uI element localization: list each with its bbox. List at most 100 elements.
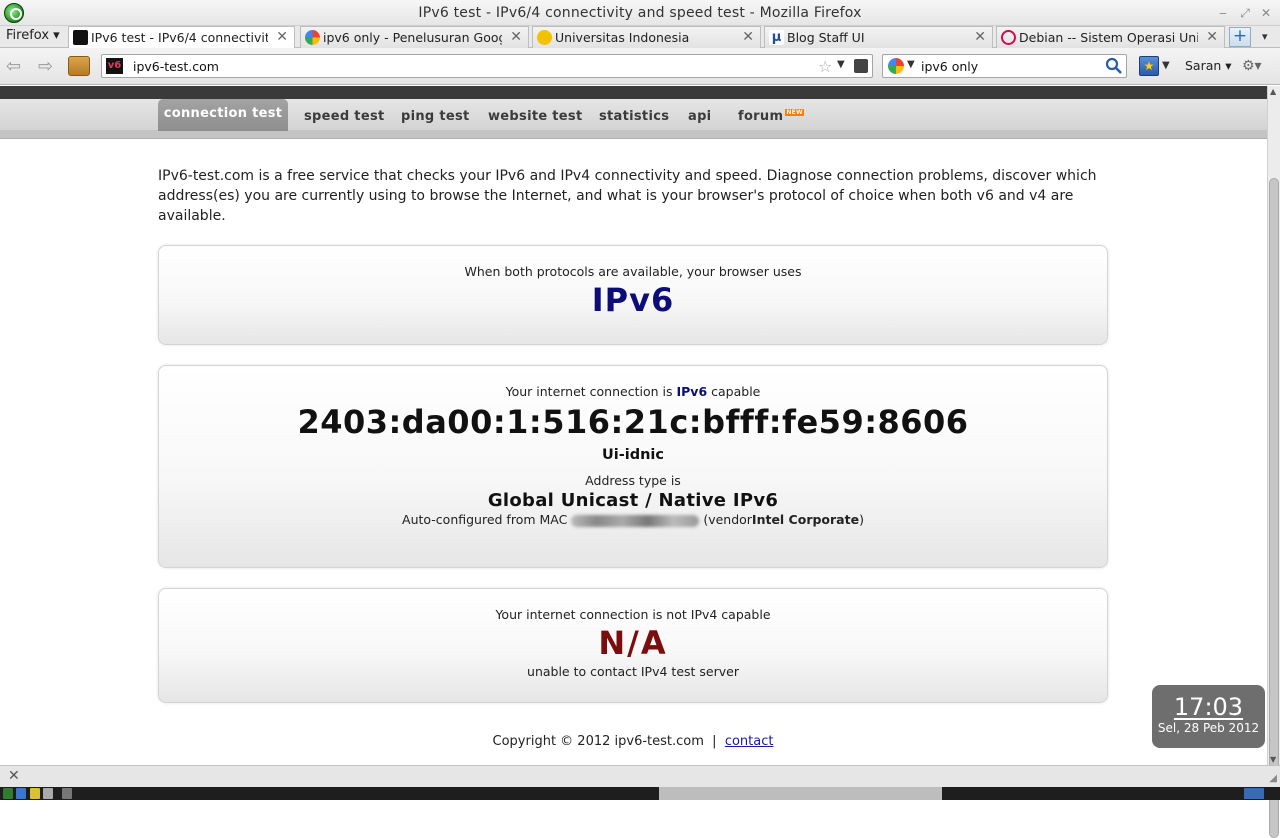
system-taskbar xyxy=(0,787,1280,800)
autoconf-line: Auto-configured from MAC (vendorIntel Co… xyxy=(159,512,1107,527)
url-bar[interactable]: v6 ipv6-test.com ☆ ▼ xyxy=(101,54,873,78)
browser-tab[interactable]: ipv6 only - Penelusuran Google ✕ xyxy=(300,26,529,48)
ipv6-site-favicon-icon xyxy=(73,30,88,45)
tab-forum[interactable]: forum xyxy=(738,109,783,124)
tab-close-icon[interactable]: ✕ xyxy=(510,29,522,45)
addon-gear-icon[interactable]: ⚙▾ xyxy=(1242,58,1262,74)
tab-connection-test[interactable]: connection test xyxy=(158,99,288,131)
clock-date: Sel, 28 Peb 2012 xyxy=(1157,721,1260,735)
ipv6-address: 2403:da00:1:516:21c:bfff:fe59:8606 xyxy=(297,403,969,441)
clock-widget[interactable]: 17:03 Sel, 28 Peb 2012 xyxy=(1152,685,1265,748)
contact-link[interactable]: contact xyxy=(725,734,774,749)
redacted-mac-address xyxy=(571,514,700,527)
page-viewport: connection test speed test ping test web… xyxy=(0,86,1267,765)
address-type-value: Global Unicast / Native IPv6 xyxy=(487,490,779,511)
addon-bar: ✕ ◢ xyxy=(0,765,1280,787)
minimize-icon[interactable]: ‒ xyxy=(1216,6,1230,20)
tab-forum-wrapper[interactable]: forum NEW xyxy=(738,109,804,124)
site-header xyxy=(0,86,1267,99)
tab-label: ipv6 only - Penelusuran Google xyxy=(323,30,502,45)
start-menu-icon[interactable] xyxy=(3,788,13,799)
saran-menu-button[interactable]: Saran ▾ xyxy=(1185,58,1232,73)
vendor-prefix: (vendor xyxy=(703,512,752,527)
new-tab-button[interactable]: + xyxy=(1229,27,1251,47)
volume-icon[interactable] xyxy=(43,788,53,799)
window-title: IPv6 test - IPv6/4 connectivity and spee… xyxy=(418,5,862,21)
intro-text: IPv6-test.com is a free service that che… xyxy=(158,168,1097,224)
bookmark-star-icon[interactable]: ☆ xyxy=(818,57,832,76)
list-tabs-icon[interactable]: ▾ xyxy=(1262,30,1268,43)
ipv6-capable-line: Your internet connection is IPv6 capable xyxy=(159,384,1107,399)
tab-ping-test[interactable]: ping test xyxy=(401,109,470,124)
new-badge: NEW xyxy=(785,109,804,116)
close-addon-bar-icon[interactable]: ✕ xyxy=(8,768,20,784)
tab-website-test[interactable]: website test xyxy=(488,109,582,124)
protocol-preference-card: When both protocols are available, your … xyxy=(158,245,1108,345)
navigation-toolbar: ⇦ ⇨ v6 ipv6-test.com ☆ ▼ ▼ ipv6 only ★ ▼… xyxy=(0,48,1280,85)
bookmarks-dropdown-icon[interactable]: ▼ xyxy=(1162,60,1170,71)
ipv4-status-card: Your internet connection is not IPv4 cap… xyxy=(158,588,1108,703)
hostname: Ui-idnic xyxy=(601,447,664,463)
browser-tab[interactable]: μ Blog Staff UI ✕ xyxy=(764,26,993,48)
tray-app-icon[interactable] xyxy=(1244,788,1264,799)
browser-tab[interactable]: Universitas Indonesia ✕ xyxy=(532,26,761,48)
footer-separator: | xyxy=(712,734,717,749)
vendor-name: Intel Corporate xyxy=(751,512,860,527)
google-favicon-icon xyxy=(305,30,320,45)
blog-favicon-icon: μ xyxy=(769,30,784,45)
notes-icon[interactable] xyxy=(30,788,40,799)
ipv6-capable-proto: IPv6 xyxy=(676,384,708,399)
close-window-icon[interactable]: ✕ xyxy=(1259,6,1273,20)
ipv4-note: unable to contact IPv4 test server xyxy=(527,664,739,679)
site-identity-icon[interactable]: v6 xyxy=(106,58,123,74)
back-icon[interactable]: ⇦ xyxy=(6,56,21,77)
search-icon[interactable] xyxy=(1105,57,1123,75)
firefox-menu-button[interactable]: Firefox ▾ xyxy=(6,28,60,43)
scroll-up-icon[interactable]: ▲ xyxy=(1270,87,1276,96)
vertical-scrollbar[interactable]: ▲ ▼ xyxy=(1267,86,1280,838)
url-text[interactable]: ipv6-test.com xyxy=(133,59,219,74)
tab-close-icon[interactable]: ✕ xyxy=(974,29,986,45)
tab-statistics[interactable]: statistics xyxy=(599,109,669,124)
ui-favicon-icon xyxy=(537,30,552,45)
ipv6-capable-suffix: capable xyxy=(711,384,761,399)
nav-baseline xyxy=(0,130,1267,138)
preference-text: When both protocols are available, your … xyxy=(464,264,802,279)
tab-label: Universitas Indonesia xyxy=(555,30,690,45)
browser-tab[interactable]: Debian -- Sistem Operasi Univ... ✕ xyxy=(996,26,1225,48)
resize-grip-icon[interactable]: ◢ xyxy=(1269,773,1277,784)
home-icon[interactable] xyxy=(68,56,90,76)
tab-speed-test[interactable]: speed test xyxy=(304,109,385,124)
tab-close-icon[interactable]: ✕ xyxy=(742,29,754,45)
tab-label: IPv6 test - IPv6/4 connectivity ... xyxy=(91,30,268,45)
forward-icon[interactable]: ⇨ xyxy=(38,56,53,77)
search-engine-icon[interactable] xyxy=(888,58,904,74)
window-titlebar: IPv6 test - IPv6/4 connectivity and spee… xyxy=(0,0,1280,26)
browser-tab[interactable]: IPv6 test - IPv6/4 connectivity ... ✕ xyxy=(68,26,295,49)
taskbar-window-button[interactable] xyxy=(659,787,942,800)
tab-strip: Firefox ▾ IPv6 test - IPv6/4 connectivit… xyxy=(0,26,1280,49)
engine-dropdown-icon[interactable]: ▼ xyxy=(907,59,915,70)
bookmarks-icon[interactable]: ★ xyxy=(1139,56,1159,76)
tab-api[interactable]: api xyxy=(688,109,711,124)
network-signal-icon[interactable] xyxy=(62,788,72,799)
clock-time: 17:03 xyxy=(1173,693,1244,721)
tab-label: Debian -- Sistem Operasi Univ... xyxy=(1019,30,1198,45)
debian-favicon-icon xyxy=(1001,30,1016,45)
tab-close-icon[interactable]: ✕ xyxy=(276,29,288,45)
search-bar[interactable]: ▼ ipv6 only xyxy=(882,54,1127,78)
bluetooth-icon[interactable] xyxy=(16,788,26,799)
scrollbar-thumb[interactable] xyxy=(1269,178,1279,838)
history-dropdown-icon[interactable]: ▼ xyxy=(837,59,845,70)
ipv6-capable-prefix: Your internet connection is xyxy=(505,384,673,399)
ipv4-address: N/A xyxy=(598,624,668,662)
ipv6-status-card: Your internet connection is IPv6 capable… xyxy=(158,365,1108,568)
vendor-suffix: ) xyxy=(859,512,864,527)
maximize-icon[interactable]: ⤢ xyxy=(1238,6,1252,21)
screenshot-icon[interactable] xyxy=(854,59,868,73)
tab-close-icon[interactable]: ✕ xyxy=(1206,29,1218,45)
scroll-down-icon[interactable]: ▼ xyxy=(1270,755,1276,764)
address-type-label: Address type is xyxy=(585,473,681,488)
search-input[interactable]: ipv6 only xyxy=(921,59,978,74)
page-footer: Copyright © 2012 ipv6-test.com | contact xyxy=(158,734,1108,749)
